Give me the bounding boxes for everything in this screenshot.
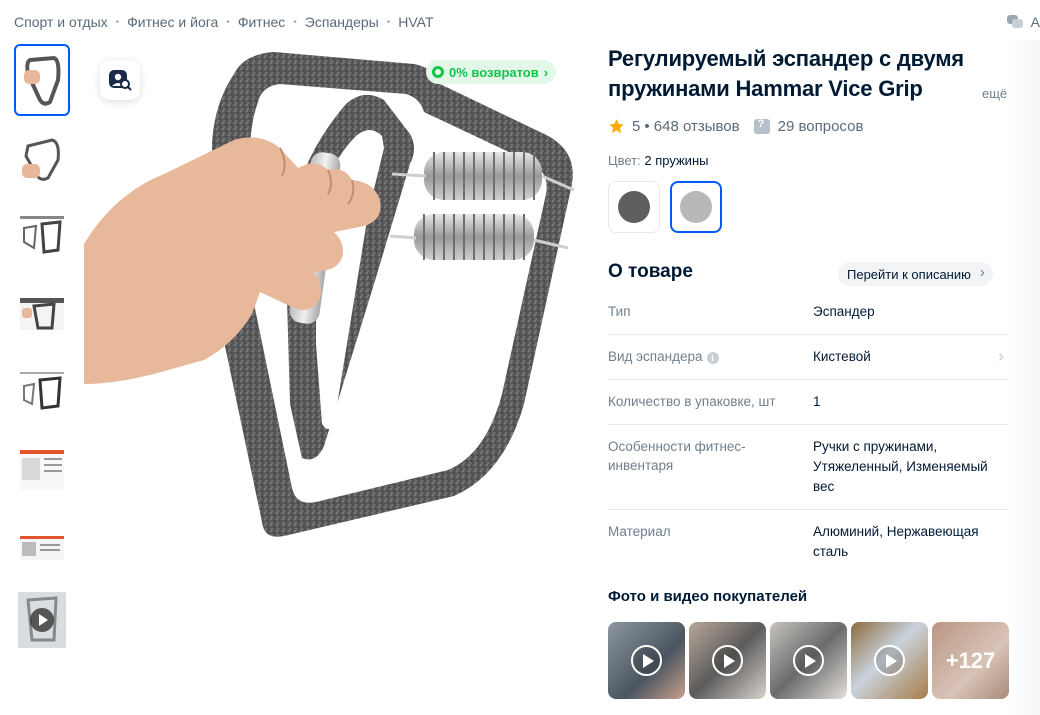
customer-video[interactable] [689, 622, 766, 699]
customer-media-list: +127 [608, 622, 1009, 699]
breadcrumb-item[interactable]: HVAT [398, 14, 433, 30]
color-swatches [608, 181, 722, 233]
spec-value: Ручки с пружинами, Утяжеленный, Изменяем… [813, 439, 988, 494]
customer-media-more[interactable]: +127 [932, 622, 1009, 699]
spec-key-text: Вид эспандера [608, 349, 703, 364]
video-thumbnail[interactable] [14, 590, 70, 650]
chat-icon[interactable] [1006, 15, 1023, 29]
about-title: О товаре [608, 261, 693, 282]
returns-label: 0% возвратов [449, 64, 539, 80]
rating-value[interactable]: 5 [632, 118, 640, 135]
thumbnail[interactable] [14, 434, 70, 506]
customer-media-title: Фото и видео покупателей [608, 588, 808, 605]
spec-key: Количество в упаковке, шт [608, 394, 776, 409]
star-icon [609, 119, 624, 133]
questions-link[interactable]: 29 вопросов [778, 118, 864, 135]
visual-search-button[interactable] [100, 60, 140, 100]
info-icon[interactable]: i [706, 352, 719, 364]
play-icon [874, 645, 905, 676]
customer-video[interactable] [608, 622, 685, 699]
thumbnail[interactable] [14, 278, 70, 350]
spec-row[interactable]: Вид эспандера i Кистевой › [608, 335, 1008, 380]
rating-row: 5 • 648 отзывов 29 вопросов [608, 118, 863, 135]
color-value: 2 пружины [644, 153, 709, 168]
color-swatch-selected[interactable] [670, 181, 722, 233]
side-panel-edge [1010, 40, 1040, 715]
thumbnail[interactable] [14, 44, 70, 116]
play-icon [631, 645, 662, 676]
breadcrumb: Спорт и отдых • Фитнес и йога • Фитнес •… [14, 14, 434, 30]
play-icon [793, 645, 824, 676]
customer-video[interactable] [770, 622, 847, 699]
thumbnail-list [14, 44, 70, 656]
breadcrumb-separator: • [293, 16, 297, 28]
spec-value: Эспандер [813, 304, 875, 319]
color-label: Цвет: 2 пружины [608, 153, 708, 168]
color-label-text: Цвет: [608, 153, 641, 168]
color-swatch[interactable] [608, 181, 660, 233]
thumbnail[interactable] [14, 512, 70, 584]
spec-row: Особенности фитнес-инвентаря Ручки с пру… [608, 425, 1008, 510]
spec-row: Материал Алюминий, Нержавеющая сталь [608, 510, 1008, 574]
play-icon [712, 645, 743, 676]
spec-value[interactable]: Кистевой [813, 335, 1008, 379]
goto-description-button[interactable]: Перейти к описанию [838, 262, 993, 286]
spec-key-with-info: Вид эспандера i [608, 335, 813, 379]
returns-badge[interactable]: 0% возвратов › [426, 60, 557, 84]
swatch-color [618, 191, 650, 223]
breadcrumb-separator: • [226, 16, 230, 28]
title-fade [948, 74, 982, 106]
spec-key: Материал [608, 524, 671, 539]
chevron-right-icon: › [543, 64, 549, 80]
thumbnail[interactable] [14, 200, 70, 272]
header-action-label[interactable]: А [1031, 14, 1040, 30]
spec-row: Количество в упаковке, шт 1 [608, 380, 1008, 425]
product-main-image[interactable] [84, 44, 584, 544]
chevron-right-icon[interactable]: › [998, 346, 1004, 367]
questions-icon [753, 118, 770, 134]
spec-value: 1 [813, 394, 821, 409]
image-search-icon [109, 70, 132, 91]
swatch-color [680, 191, 712, 223]
breadcrumb-separator: • [115, 16, 120, 28]
spec-table: Тип Эспандер Вид эспандера i Кистевой › К… [608, 290, 1008, 574]
thumbnail[interactable] [14, 356, 70, 428]
title-more-link[interactable]: ещё [982, 86, 1007, 101]
spec-key: Тип [608, 304, 631, 319]
returns-icon [432, 66, 444, 78]
spec-row: Тип Эспандер [608, 290, 1008, 335]
breadcrumb-item[interactable]: Эспандеры [305, 14, 379, 30]
breadcrumb-item[interactable]: Спорт и отдых [14, 14, 108, 30]
breadcrumb-item[interactable]: Фитнес [238, 14, 285, 30]
more-count: +127 [945, 647, 996, 673]
breadcrumb-separator: • [386, 16, 391, 28]
breadcrumb-item[interactable]: Фитнес и йога [127, 14, 218, 30]
spec-key: Особенности фитнес-инвентаря [608, 439, 746, 473]
customer-video[interactable] [851, 622, 928, 699]
spec-value: Алюминий, Нержавеющая сталь [813, 524, 979, 559]
header-actions[interactable]: А [1006, 14, 1040, 30]
thumbnail[interactable] [14, 122, 70, 194]
reviews-link[interactable]: • 648 отзывов [644, 118, 739, 135]
